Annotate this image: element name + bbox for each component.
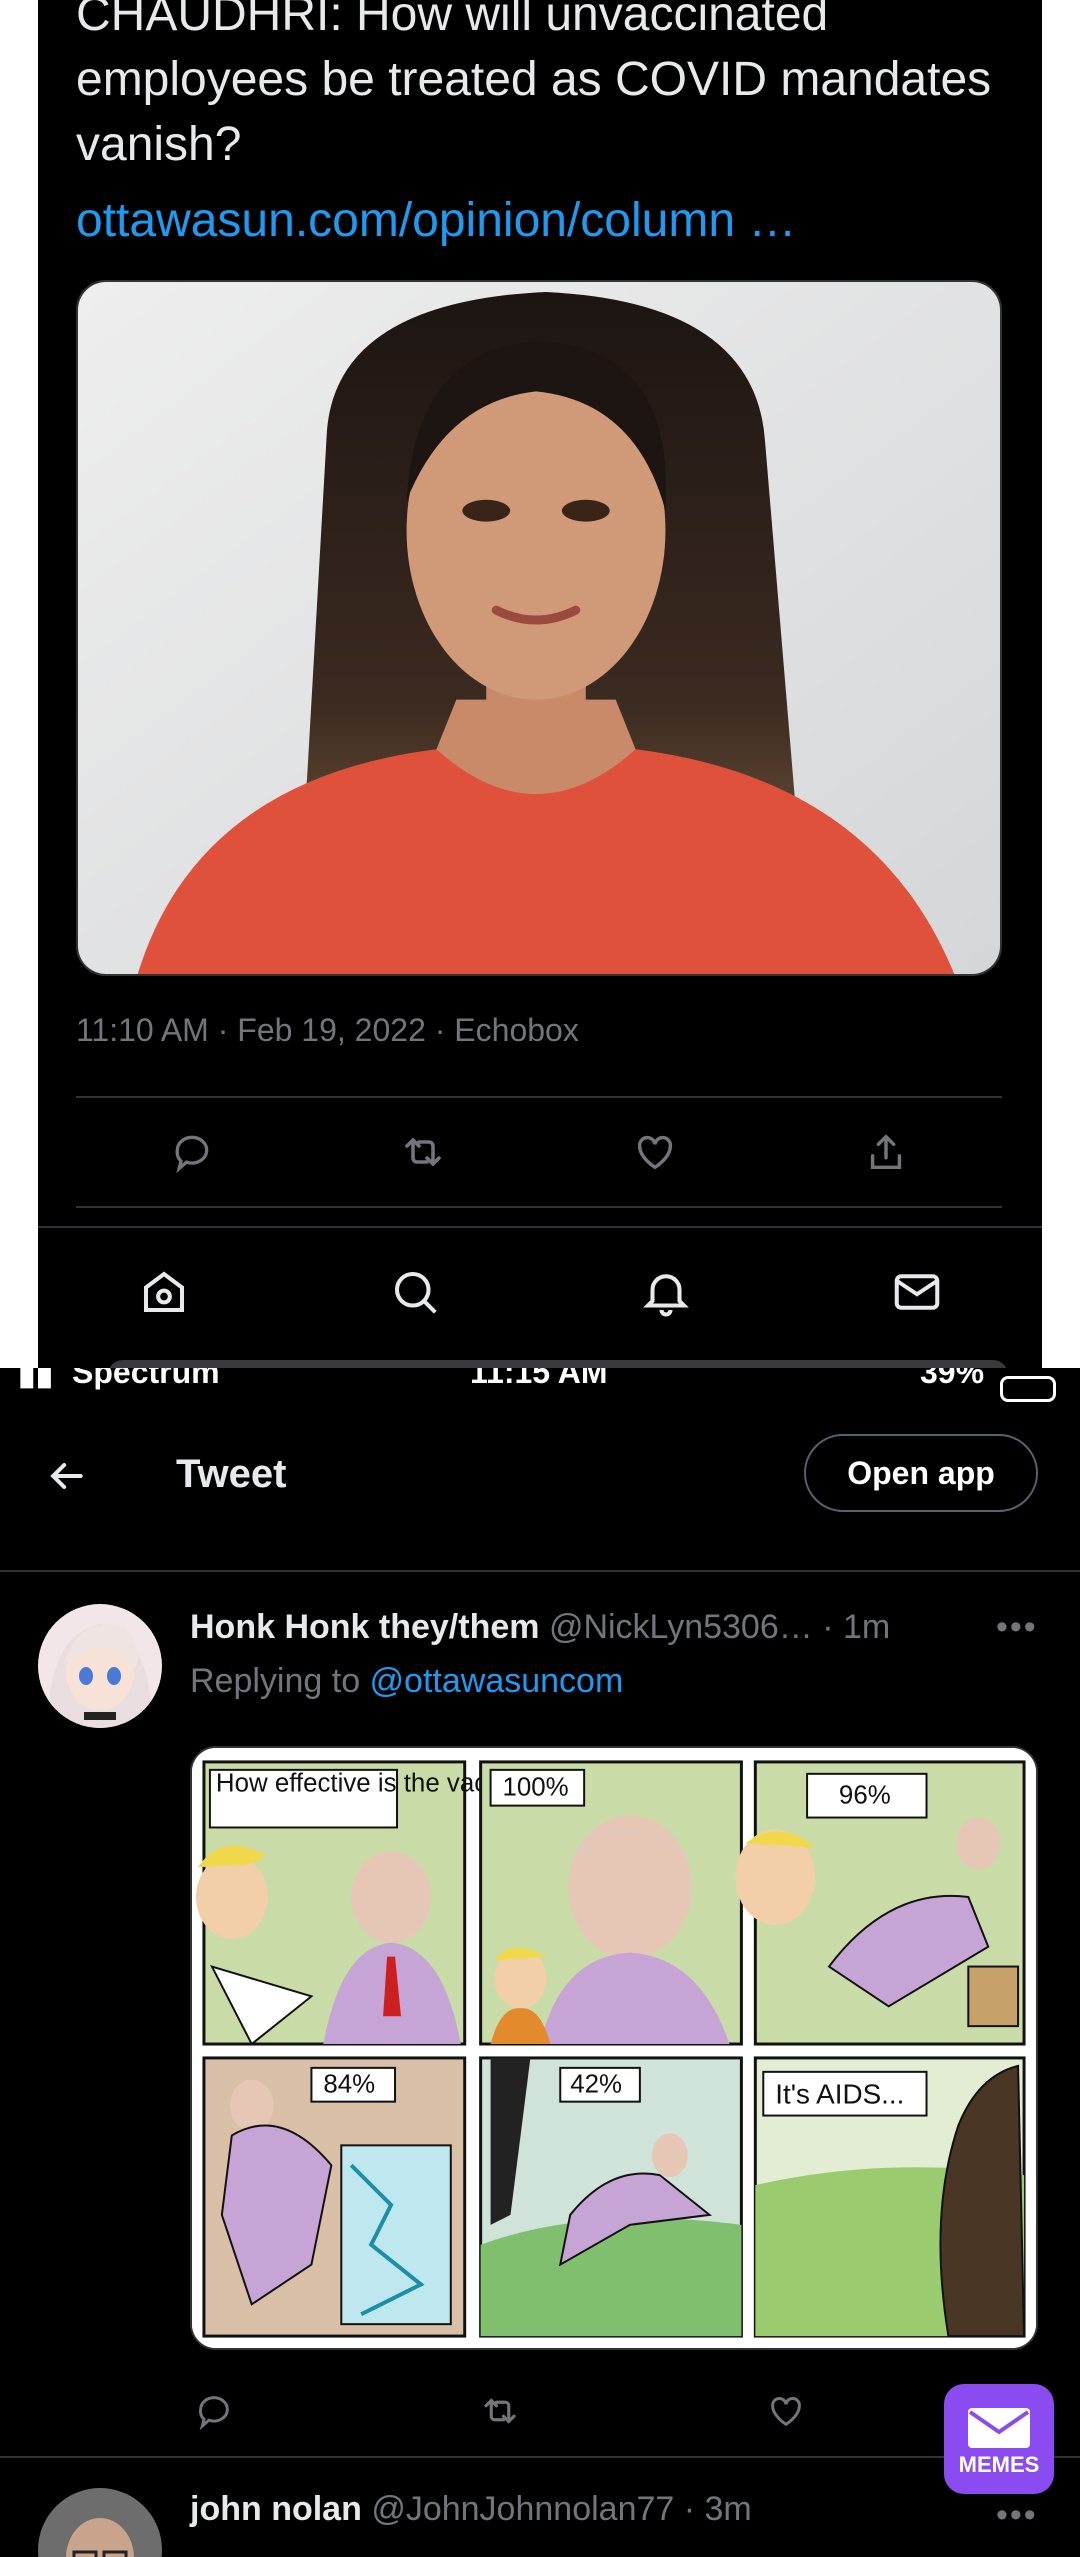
reply-icon[interactable] [190,2387,238,2435]
home-indicator [108,1360,1008,1368]
caption-text: 84% [323,2071,375,2099]
retweet-icon[interactable] [476,2387,524,2435]
clock: 11:15 AM [470,1368,608,1390]
like-icon[interactable] [762,2387,810,2435]
more-options-icon[interactable]: ••• [996,1608,1038,1647]
avatar[interactable] [38,1604,162,1728]
notifications-icon[interactable] [634,1260,698,1324]
back-arrow-icon[interactable] [38,1448,94,1504]
divider [76,1096,1002,1098]
bottom-navigation [38,1232,1042,1352]
memes-label: MEMES [958,2452,1040,2477]
more-options-icon[interactable]: ••• [996,2496,1038,2535]
avatar[interactable] [38,2488,162,2557]
share-icon[interactable] [858,1124,914,1180]
like-icon[interactable] [627,1124,683,1180]
comic-panels: How effective is the vaccine? 100% 96% 8… [192,1748,1036,2348]
divider [76,1206,1002,1208]
reply-header: Honk Honk they/them @NickLyn5306… · 1m [190,1608,890,1647]
author-handle[interactable]: @JohnJohnnolan77 [371,2490,674,2528]
tweet-actions [76,1100,1002,1204]
envelope-icon [968,2408,1030,2448]
retweet-icon[interactable] [395,1124,451,1180]
caption-text: 100% [503,1774,569,1802]
reply-icon[interactable] [164,1124,220,1180]
carrier-label: Spectrum [72,1368,220,1390]
portrait-image [78,282,1000,974]
replying-prefix: Replying to [190,1662,370,1700]
reply-time: · 3m [683,2490,752,2528]
tweet-photo[interactable] [76,280,1002,976]
search-icon[interactable] [383,1260,447,1324]
author-handle[interactable]: @NickLyn5306… [549,1608,813,1646]
battery-icon [1000,1376,1056,1402]
tweet-timestamp: 11:10 AM · Feb 19, 2022 · Echobox [76,1012,579,1048]
replying-to: Replying to @ottawasuncom [190,1662,623,1701]
battery-percent: 39% [920,1368,985,1390]
tweet-text: CHAUDHRI: How will unvaccinated employee… [76,0,992,171]
page-title: Tweet [176,1452,287,1496]
memes-watermark: MEMES [944,2384,1054,2494]
reply-thread-screenshot: ▮▮ Spectrum 11:15 AM 39% Tweet Open app … [0,1368,1080,2557]
tweet-link[interactable]: ottawasun.com/opinion/column … [76,188,796,253]
reply-time: · 1m [822,1608,891,1646]
comic-meme-image[interactable]: How effective is the vaccine? 100% 96% 8… [190,1746,1038,2350]
divider [38,1226,1042,1228]
home-icon[interactable] [132,1260,196,1324]
messages-icon[interactable] [885,1260,949,1324]
caption-text: It's AIDS... [775,2079,904,2110]
embedded-tweet-screenshot: CHAUDHRI: How will unvaccinated employee… [38,0,1042,1368]
author-name[interactable]: john nolan [190,2490,362,2528]
divider [0,2456,1080,2458]
divider [0,1570,1080,1572]
caption-text: 42% [570,2071,622,2099]
status-bar: ▮▮ Spectrum 11:15 AM 39% [0,1368,1080,1412]
author-name[interactable]: Honk Honk they/them [190,1608,539,1646]
tweet-header: Tweet Open app [0,1418,1080,1538]
caption-text: 96% [839,1782,891,1810]
open-app-button[interactable]: Open app [804,1434,1038,1512]
reply-header: john nolan @JohnJohnnolan77 · 3m [190,2490,752,2529]
reply-actions [190,2376,810,2446]
signal-icon: ▮▮ [18,1368,54,1391]
mention-link[interactable]: @ottawasuncom [370,1662,624,1700]
